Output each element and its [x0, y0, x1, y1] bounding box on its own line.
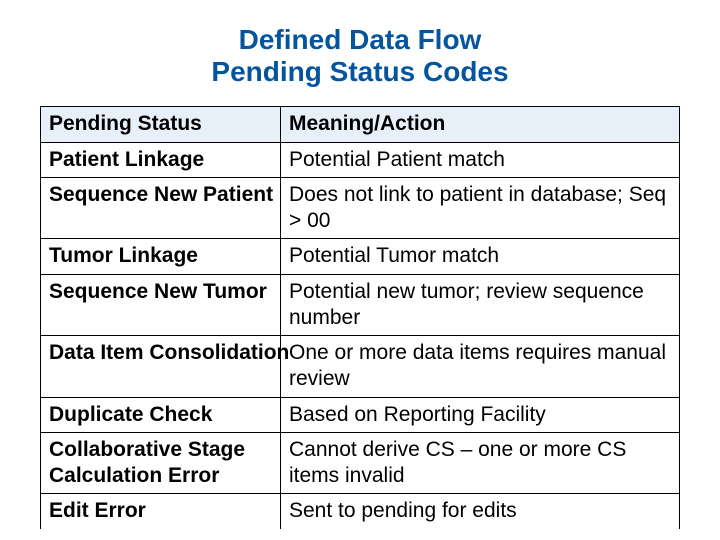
status-codes-table: Pending Status Meaning/Action Patient Li… — [40, 106, 680, 528]
cell-meaning: Cannot derive CS – one or more CS items … — [281, 432, 680, 494]
cell-meaning: Based on Reporting Facility — [281, 397, 680, 432]
table-row: Patient Linkage Potential Patient match — [41, 142, 680, 177]
table-row: Tumor Linkage Potential Tumor match — [41, 239, 680, 274]
cell-meaning: Potential Tumor match — [281, 239, 680, 274]
cell-status: Tumor Linkage — [41, 239, 281, 274]
page-title: Defined Data Flow Pending Status Codes — [40, 24, 680, 88]
header-status: Pending Status — [41, 107, 281, 142]
cell-status: Patient Linkage — [41, 142, 281, 177]
table-row: Sequence New Tumor Potential new tumor; … — [41, 274, 680, 336]
cell-meaning: Potential Patient match — [281, 142, 680, 177]
title-line-1: Defined Data Flow — [239, 24, 482, 55]
cell-meaning: One or more data items requires manual r… — [281, 336, 680, 398]
cell-status: Sequence New Patient — [41, 177, 281, 239]
cell-status: Data Item Consolidation — [41, 336, 281, 398]
cell-status: Duplicate Check — [41, 397, 281, 432]
cell-status: Collaborative Stage Calculation Error — [41, 432, 281, 494]
cell-meaning: Does not link to patient in database; Se… — [281, 177, 680, 239]
table-row: Duplicate Check Based on Reporting Facil… — [41, 397, 680, 432]
header-meaning: Meaning/Action — [281, 107, 680, 142]
table-row: Data Item Consolidation One or more data… — [41, 336, 680, 398]
cell-status: Sequence New Tumor — [41, 274, 281, 336]
cell-status: Edit Error — [41, 494, 281, 529]
table-row: Collaborative Stage Calculation Error Ca… — [41, 432, 680, 494]
cell-meaning: Potential new tumor; review sequence num… — [281, 274, 680, 336]
title-line-2: Pending Status Codes — [211, 56, 508, 87]
cell-meaning: Sent to pending for edits — [281, 494, 680, 529]
table-header-row: Pending Status Meaning/Action — [41, 107, 680, 142]
table-row: Sequence New Patient Does not link to pa… — [41, 177, 680, 239]
slide: Defined Data Flow Pending Status Codes P… — [0, 0, 720, 540]
table-row: Edit Error Sent to pending for edits — [41, 494, 680, 529]
